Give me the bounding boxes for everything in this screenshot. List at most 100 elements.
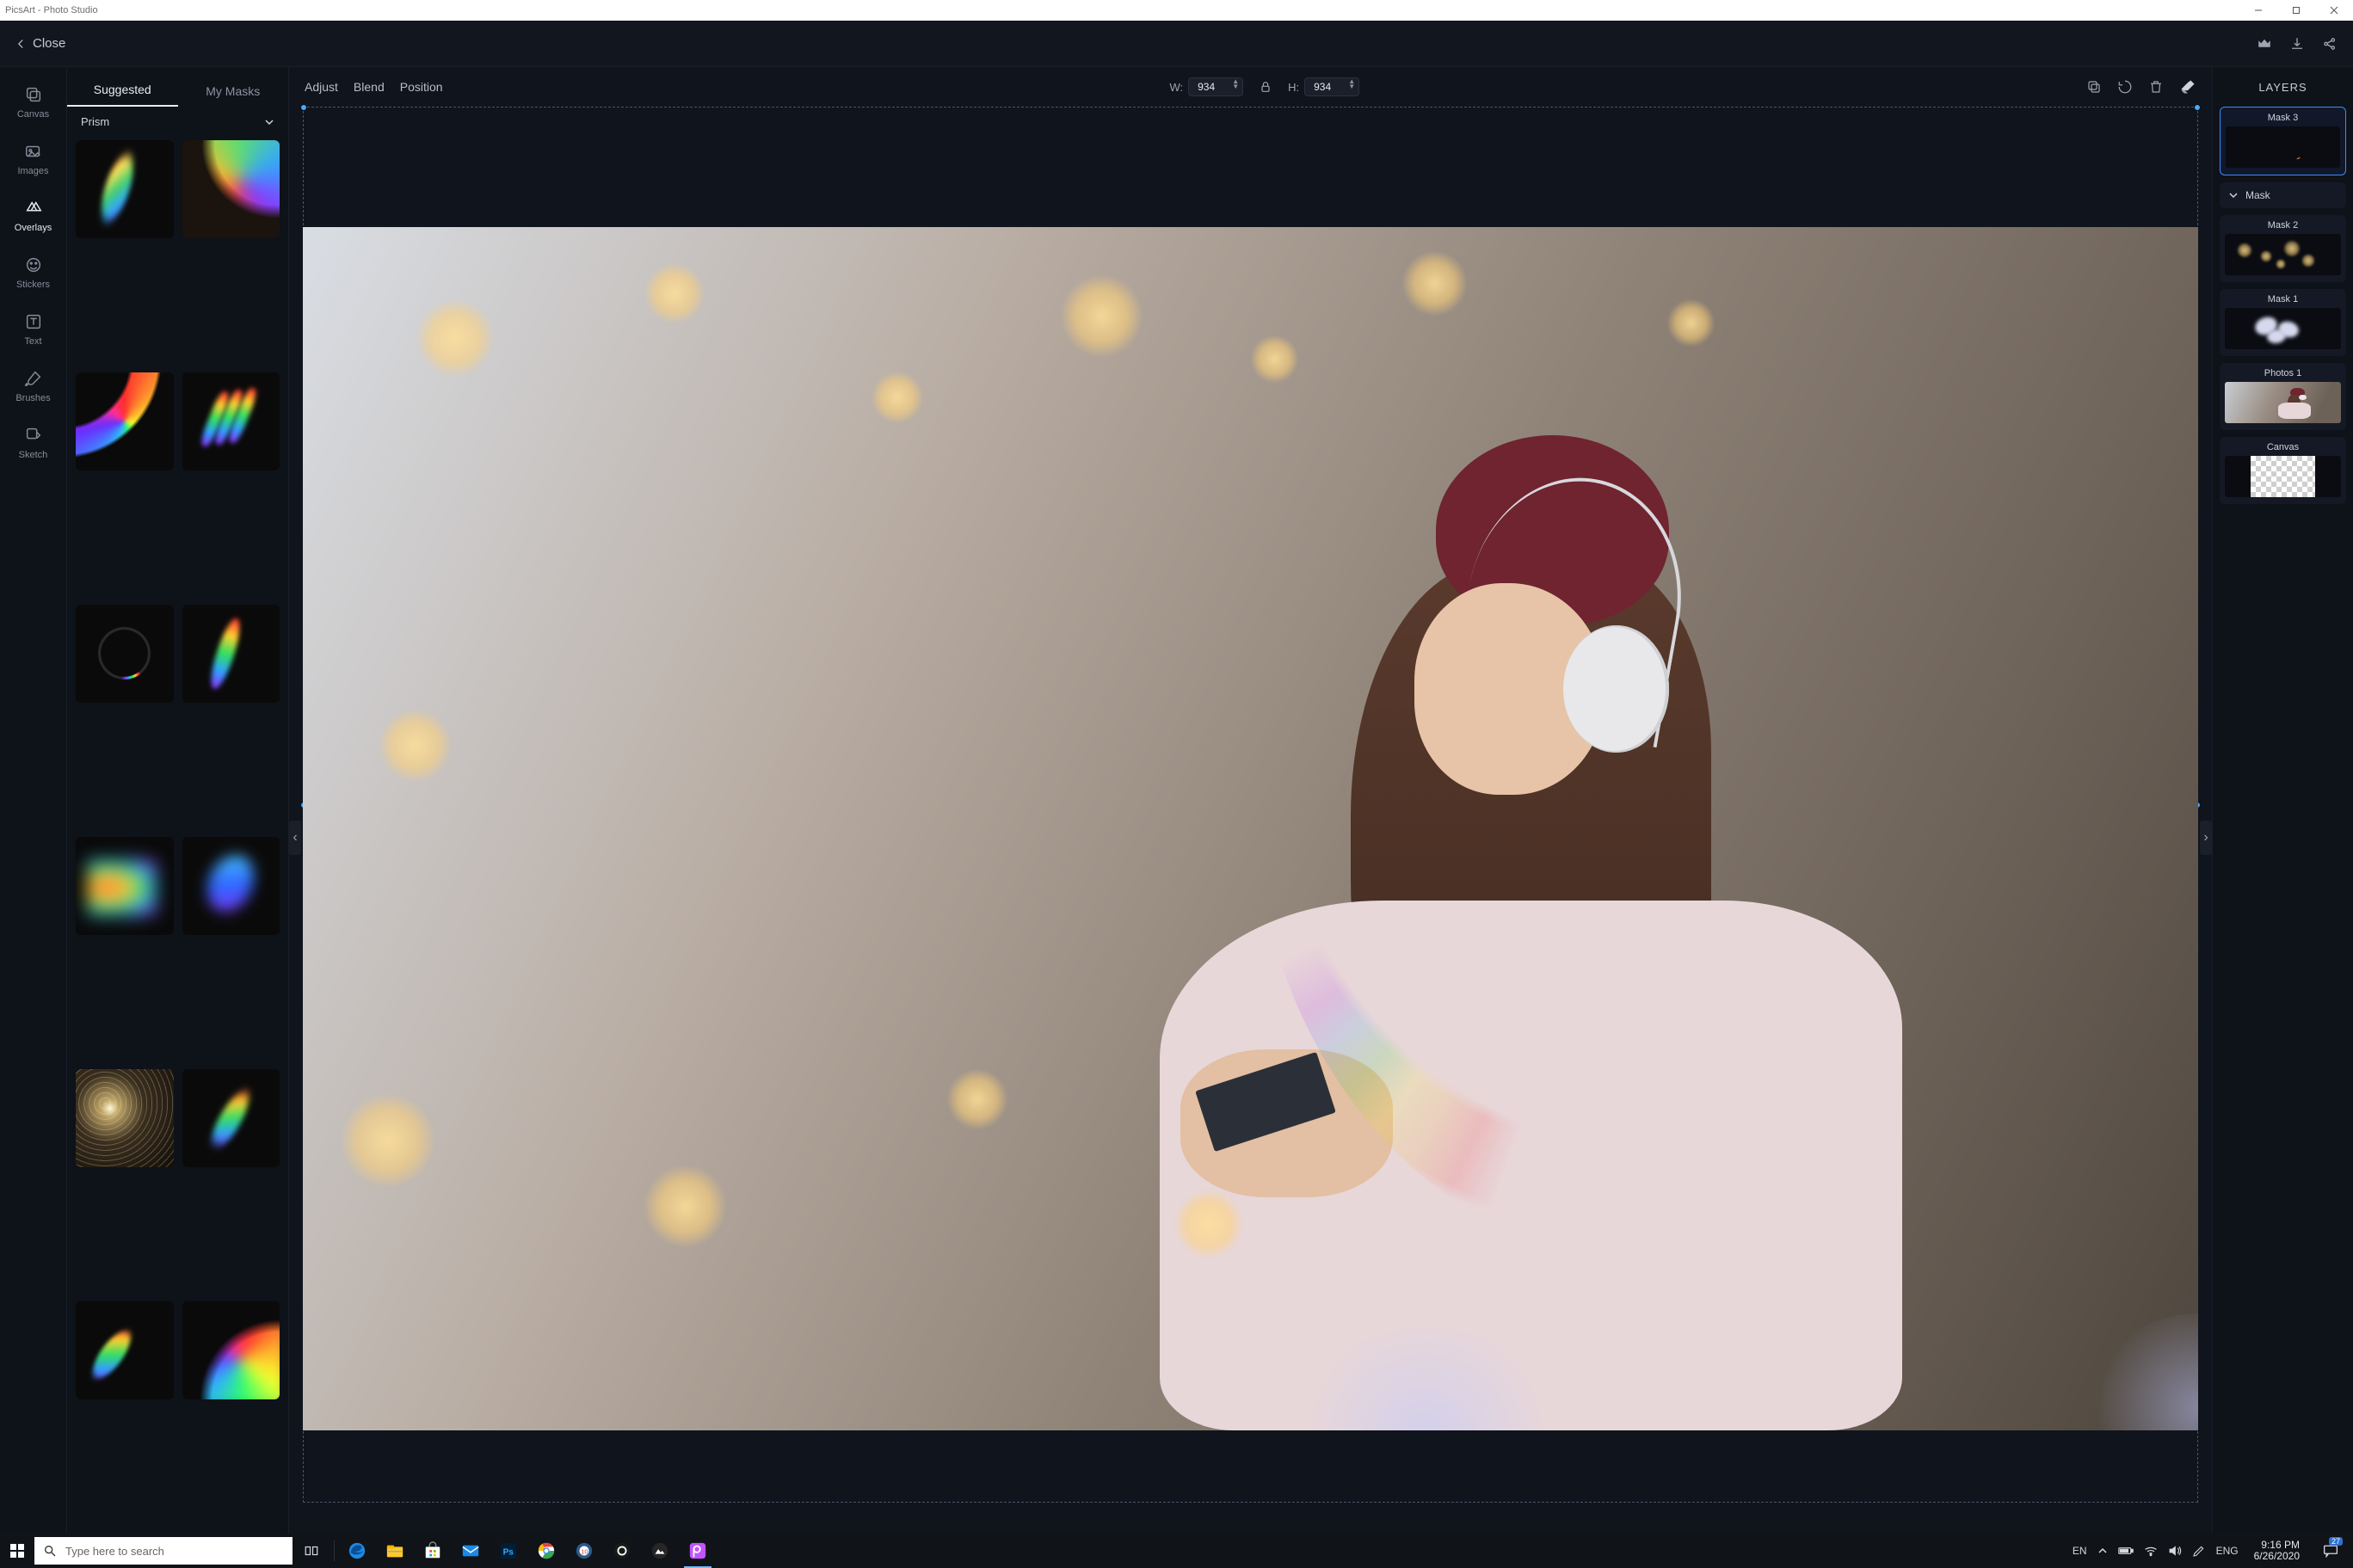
close-button[interactable]: Close [15,36,65,51]
action-center-button[interactable]: 27 [2315,1534,2346,1568]
download-icon[interactable] [2289,36,2305,52]
taskbar-app-edge[interactable] [338,1534,376,1568]
premium-crown-icon[interactable] [2257,36,2272,52]
rail-text[interactable]: Text [0,303,66,356]
position-button[interactable]: Position [400,80,443,94]
overlay-thumb[interactable] [182,1301,280,1399]
text-icon [24,312,43,331]
tray-battery-icon[interactable] [2118,1546,2134,1556]
lock-aspect-icon[interactable] [1259,80,1272,94]
overlay-thumb[interactable] [182,372,280,470]
tray-clock[interactable]: 9:16 PM 6/26/2020 [2249,1540,2305,1562]
overlay-thumb[interactable] [182,140,280,238]
eraser-icon[interactable] [2179,78,2196,95]
layer-preview [2225,308,2341,349]
rail-images[interactable]: Images [0,132,66,186]
system-tray: EN ENG 9:16 PM 6/26/2020 27 [2066,1534,2353,1568]
tool-rail: Canvas Images Overlays Stickers Text Bru… [0,67,67,1534]
height-input[interactable]: 934▲▼ [1304,77,1359,96]
window-maximize-button[interactable] [2277,0,2315,21]
overlay-thumb[interactable] [76,605,174,703]
tab-suggested[interactable]: Suggested [67,83,178,107]
taskbar-app-photoshop[interactable]: Ps [490,1534,527,1568]
search-icon [43,1544,57,1558]
overlay-thumb[interactable] [182,837,280,935]
rail-stickers[interactable]: Stickers [0,246,66,299]
overlay-thumb[interactable] [76,372,174,470]
task-view-button[interactable] [293,1534,330,1568]
images-icon [24,142,43,161]
window-close-button[interactable] [2315,0,2353,21]
tray-chevron-up-icon[interactable] [2097,1546,2108,1556]
layer-mask-2[interactable]: Mask 2 [2220,215,2346,282]
rail-label: Sketch [19,450,48,460]
layer-label: Photos 1 [2264,368,2301,378]
resize-handle[interactable] [2194,104,2201,111]
canvas-stage[interactable]: ‹ › [289,107,2212,1534]
rail-label: Text [24,336,41,347]
rail-brushes[interactable]: Brushes [0,360,66,413]
rail-label: Canvas [17,109,49,120]
tray-volume-icon[interactable] [2168,1545,2182,1557]
overlay-thumb[interactable] [76,837,174,935]
taskbar-app-store[interactable] [414,1534,452,1568]
svg-text:Ps: Ps [503,1548,514,1558]
overlay-thumb[interactable] [76,140,174,238]
adjust-button[interactable]: Adjust [305,80,338,94]
duplicate-icon[interactable] [2086,79,2102,95]
tray-pen-icon[interactable] [2192,1544,2206,1558]
mask-group-toggle[interactable]: Mask [2220,182,2346,208]
search-placeholder: Type here to search [65,1545,164,1558]
layer-mask-1[interactable]: Mask 1 [2220,289,2346,356]
layer-canvas[interactable]: Canvas [2220,437,2346,504]
rail-label: Images [17,166,48,176]
reset-icon[interactable] [2117,79,2133,95]
taskbar-search[interactable]: Type here to search [34,1537,293,1565]
stage-prev-button[interactable]: ‹ [289,821,301,855]
width-label: W: [1169,81,1183,94]
layer-mask-3[interactable]: Mask 3 [2220,107,2346,175]
taskbar-app-explorer[interactable] [376,1534,414,1568]
brushes-icon [24,369,43,388]
delete-icon[interactable] [2148,79,2164,95]
stage-next-button[interactable]: › [2200,821,2212,855]
layer-label: Mask 3 [2268,113,2298,123]
tray-date: 6/26/2020 [2254,1551,2300,1562]
tray-wifi-icon[interactable] [2144,1545,2158,1557]
notification-badge: 27 [2329,1537,2343,1546]
close-label: Close [33,36,65,51]
overlay-tabs: Suggested My Masks [67,67,288,107]
taskbar-app-generic-3[interactable] [641,1534,679,1568]
height-label: H: [1288,81,1299,94]
chevron-left-icon [15,39,26,49]
canvas-control-bar: Adjust Blend Position W: 934▲▼ H: 934▲▼ [289,67,2212,107]
start-button[interactable] [0,1534,34,1568]
rail-canvas[interactable]: Canvas [0,76,66,129]
tab-label: My Masks [206,84,260,98]
rail-sketch[interactable]: Sketch [0,416,66,470]
tab-my-masks[interactable]: My Masks [178,84,289,107]
taskbar-app-picsart[interactable] [679,1534,717,1568]
overlay-thumb[interactable] [182,1069,280,1167]
layer-photos-1[interactable]: Photos 1 [2220,363,2346,430]
overlay-thumb[interactable] [76,1301,174,1399]
window-minimize-button[interactable] [2239,0,2277,21]
overlay-thumb[interactable] [182,605,280,703]
rail-overlays[interactable]: Overlays [0,189,66,243]
taskbar-app-generic-2[interactable] [603,1534,641,1568]
tray-lang1[interactable]: EN [2073,1545,2087,1557]
tray-lang2[interactable]: ENG [2216,1545,2239,1557]
layer-label: Mask 1 [2268,294,2298,304]
width-input[interactable]: 934▲▼ [1188,77,1243,96]
canvas-area: Adjust Blend Position W: 934▲▼ H: 934▲▼ [289,67,2212,1534]
share-icon[interactable] [2322,36,2338,52]
taskbar-app-chrome[interactable] [527,1534,565,1568]
taskbar-app-mail[interactable] [452,1534,490,1568]
blend-button[interactable]: Blend [354,80,385,94]
overlay-thumb[interactable] [76,1069,174,1167]
resize-handle[interactable] [300,104,307,111]
layer-preview [2225,456,2341,497]
taskbar-app-generic-1[interactable]: 10 [565,1534,603,1568]
chevron-down-icon [2228,190,2239,200]
category-dropdown[interactable]: Prism [67,107,288,137]
